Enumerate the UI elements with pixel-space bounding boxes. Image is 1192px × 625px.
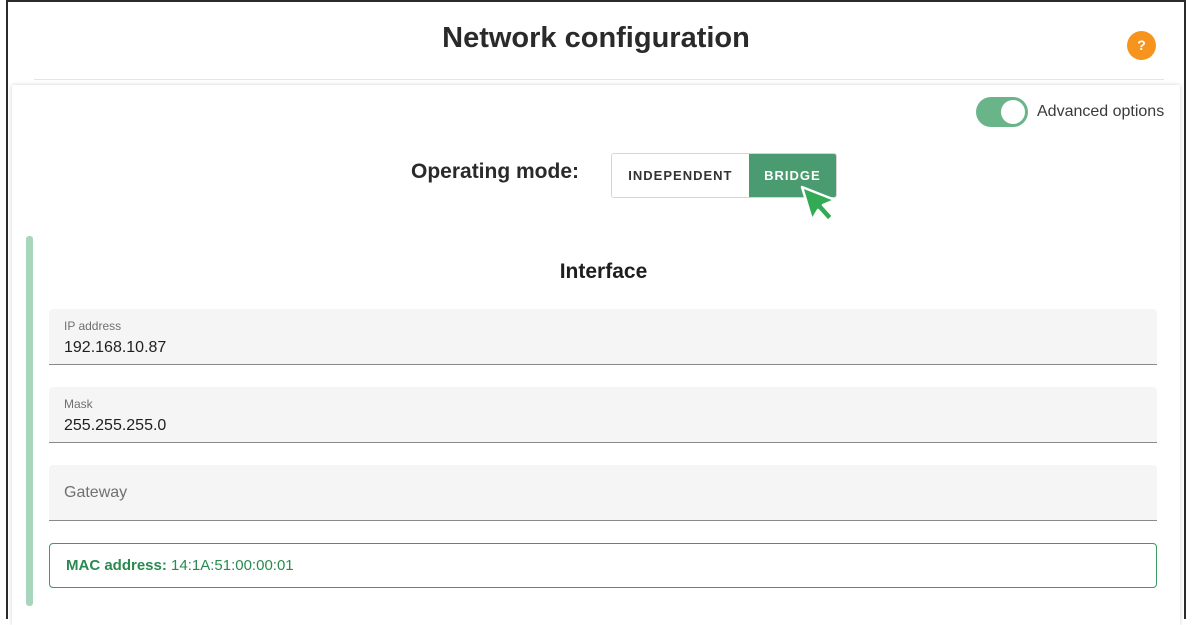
gateway-field[interactable]: Gateway: [49, 465, 1157, 521]
section-accent-bar: [26, 236, 33, 606]
header-divider: [34, 79, 1164, 80]
help-icon[interactable]: ?: [1127, 31, 1156, 60]
ip-address-field[interactable]: IP address 192.168.10.87: [49, 309, 1157, 365]
interface-title: Interface: [559, 260, 648, 283]
mask-label: Mask: [64, 397, 93, 411]
ip-address-label: IP address: [64, 319, 122, 333]
page-title: Network configuration: [442, 22, 750, 54]
toggle-knob: [1001, 100, 1025, 124]
gateway-placeholder: Gateway: [64, 484, 128, 501]
mac-address-value: 14:1A:51:00:00:01: [171, 557, 294, 574]
mac-address-label: MAC address:: [66, 557, 167, 574]
independent-mode-button[interactable]: INDEPENDENT: [612, 154, 749, 197]
operating-mode-label: Operating mode:: [411, 160, 580, 183]
ip-address-value: 192.168.10.87: [64, 339, 167, 356]
advanced-options-toggle[interactable]: [976, 97, 1028, 127]
mac-address-info: MAC address: 14:1A:51:00:00:01: [49, 543, 1157, 588]
advanced-options-label: Advanced options: [1037, 103, 1165, 120]
mask-field[interactable]: Mask 255.255.255.0: [49, 387, 1157, 443]
pointer-cursor-icon: [800, 185, 837, 223]
mask-value: 255.255.255.0: [64, 417, 167, 434]
